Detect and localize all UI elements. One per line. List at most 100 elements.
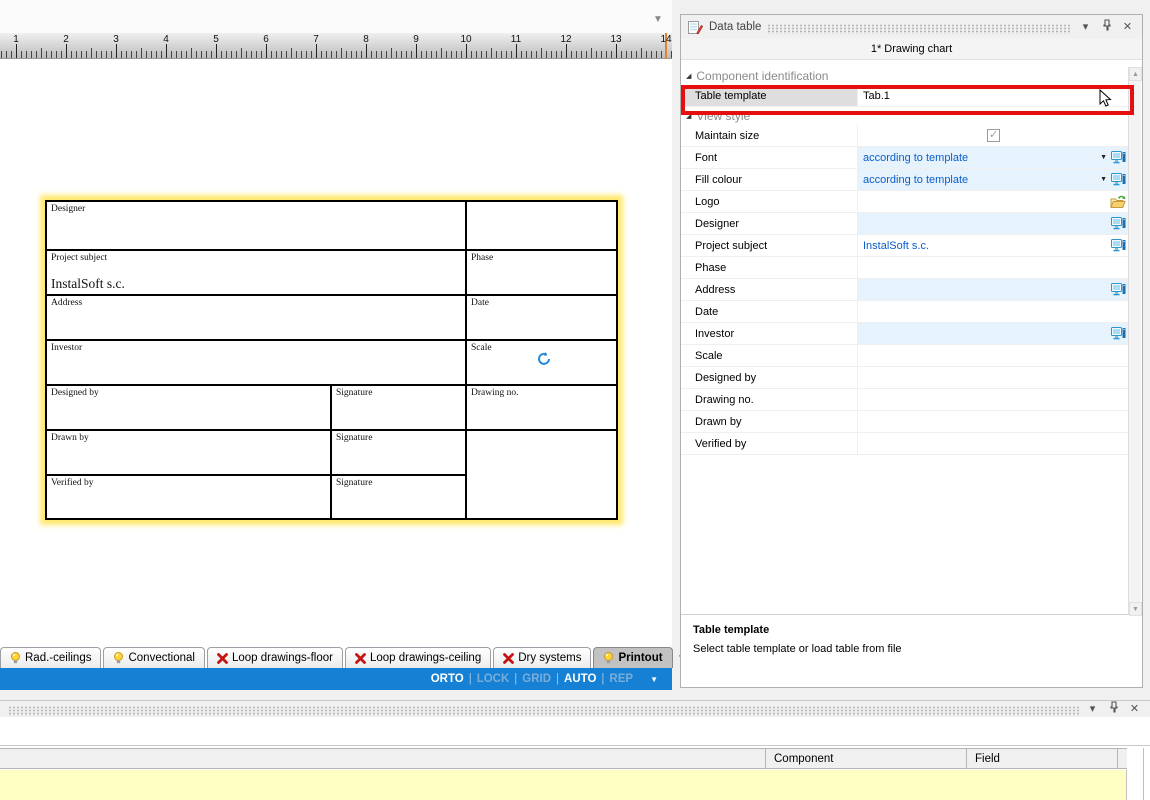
- property-value-phase[interactable]: [858, 257, 1129, 278]
- property-row-project-subject: Project subjectInstalSoft s.c.: [681, 235, 1129, 257]
- toolbar-collapse-arrow-icon[interactable]: ▼: [653, 14, 663, 25]
- panel-menu-arrow-icon[interactable]: ▾: [1085, 702, 1100, 717]
- title-block-cell-label: Signature: [336, 478, 372, 488]
- statusbar-mode-orto[interactable]: ORTO: [431, 673, 464, 685]
- pin-icon[interactable]: [1099, 19, 1114, 36]
- close-icon[interactable]: ✕: [1120, 20, 1135, 35]
- titlebar-texture[interactable]: [8, 706, 1079, 716]
- title-block-cell: [465, 202, 616, 249]
- tab-rad-ceilings[interactable]: Rad.-ceilings: [0, 647, 101, 668]
- header-cell-component[interactable]: Component: [765, 749, 966, 768]
- title-block-cell-label: Signature: [336, 388, 372, 398]
- monitor-icon[interactable]: [1111, 283, 1126, 296]
- property-value-project-subject[interactable]: InstalSoft s.c.: [858, 235, 1129, 256]
- status-bar: ORTO|LOCK|GRID|AUTO|REP ▼: [0, 668, 672, 690]
- property-label: Project subject: [681, 235, 858, 256]
- statusbar-separator: |: [469, 673, 472, 685]
- property-value-maintain-size[interactable]: [858, 125, 1129, 146]
- monitor-icon[interactable]: [1111, 217, 1126, 230]
- statusbar-mode-rep[interactable]: REP: [609, 673, 633, 685]
- title-block-cell: Date: [465, 294, 616, 339]
- tab-convectional[interactable]: Convectional: [103, 647, 204, 668]
- property-value-verified-by[interactable]: [858, 433, 1129, 454]
- titlebar-texture[interactable]: [767, 24, 1072, 34]
- property-value-font[interactable]: according to template▼: [858, 147, 1129, 168]
- tab-label: Printout: [618, 652, 662, 664]
- bottom-table-selected-row[interactable]: [0, 770, 1127, 800]
- red-x-icon[interactable]: [503, 653, 514, 664]
- property-label: Maintain size: [681, 125, 858, 146]
- panel-menu-arrow-icon[interactable]: ▾: [1078, 20, 1093, 35]
- property-row-phase: Phase: [681, 257, 1129, 279]
- title-block-cell: Project subjectInstalSoft s.c.: [47, 249, 465, 294]
- property-description: Table template Select table template or …: [681, 614, 1129, 687]
- property-value-investor[interactable]: [858, 323, 1129, 344]
- rotate-icon[interactable]: [536, 351, 552, 367]
- tab-printout[interactable]: Printout: [593, 647, 672, 668]
- value-icons: [1111, 279, 1126, 300]
- pin-icon[interactable]: [1106, 701, 1121, 718]
- checkbox-checked[interactable]: [987, 129, 1000, 142]
- title-block-cell: Phase: [465, 249, 616, 294]
- red-x-icon[interactable]: [355, 653, 366, 664]
- property-value-scale[interactable]: [858, 345, 1129, 366]
- category-component-identification[interactable]: ◢Component identification: [681, 67, 1129, 85]
- tab-dry-systems[interactable]: Dry systems: [493, 647, 591, 668]
- property-label: Verified by: [681, 433, 858, 454]
- status-dropdown-icon[interactable]: ▼: [650, 675, 658, 684]
- bulb-icon[interactable]: [603, 652, 614, 664]
- property-value-designed-by[interactable]: [858, 367, 1129, 388]
- property-value-address[interactable]: [858, 279, 1129, 300]
- monitor-icon[interactable]: [1111, 239, 1126, 252]
- monitor-icon[interactable]: [1111, 327, 1126, 340]
- property-label: Address: [681, 279, 858, 300]
- value-icons: ▼: [1100, 169, 1126, 190]
- title-block-cell-label: Investor: [51, 343, 82, 353]
- statusbar-separator: |: [514, 673, 517, 685]
- monitor-icon[interactable]: [1111, 173, 1126, 186]
- property-row-designer: Designer: [681, 213, 1129, 235]
- rotate-icon[interactable]: [536, 351, 552, 367]
- statusbar-mode-auto[interactable]: AUTO: [564, 673, 596, 685]
- scroll-down-icon[interactable]: ▼: [1129, 602, 1142, 616]
- header-cell-field[interactable]: Field: [966, 749, 1117, 768]
- property-value-designer[interactable]: [858, 213, 1129, 234]
- statusbar-mode-grid[interactable]: GRID: [522, 673, 551, 685]
- drawing-canvas[interactable]: Designer Project subjectInstalSoft s.c.Ph…: [0, 59, 672, 645]
- property-grid-scrollbar[interactable]: ▲ ▼: [1128, 67, 1141, 616]
- property-label: Logo: [681, 191, 858, 212]
- title-block[interactable]: Designer Project subjectInstalSoft s.c.Ph…: [45, 200, 618, 520]
- highlight-box: [681, 85, 1134, 115]
- bulb-icon[interactable]: [10, 652, 21, 664]
- chevron-down-icon[interactable]: ▼: [1100, 176, 1107, 183]
- ruler-number: 13: [610, 34, 621, 45]
- title-block-cell-label: Designer: [51, 204, 85, 214]
- tab-loop-drawings-floor[interactable]: Loop drawings-floor: [207, 647, 343, 668]
- title-block-cell: Signature: [330, 474, 465, 518]
- property-value-date[interactable]: [858, 301, 1129, 322]
- property-row-drawing-no: Drawing no.: [681, 389, 1129, 411]
- property-value-drawn-by[interactable]: [858, 411, 1129, 432]
- toolbar-strip: ▼: [0, 0, 672, 33]
- bottom-table-scroll-area[interactable]: [1127, 748, 1144, 800]
- tab-loop-drawings-ceiling[interactable]: Loop drawings-ceiling: [345, 647, 491, 668]
- title-block-cell-label: Address: [51, 298, 82, 308]
- property-value-logo[interactable]: [858, 191, 1129, 212]
- scroll-up-icon[interactable]: ▲: [1129, 67, 1142, 81]
- property-value-fill-colour[interactable]: according to template▼: [858, 169, 1129, 190]
- bulb-icon[interactable]: [113, 652, 124, 664]
- category-label: Component identification: [696, 69, 828, 83]
- ruler-number: 10: [460, 34, 471, 45]
- value-icons: [1111, 213, 1126, 234]
- title-block-cell-value: InstalSoft s.c.: [51, 276, 125, 292]
- statusbar-mode-lock[interactable]: LOCK: [477, 673, 510, 685]
- monitor-icon[interactable]: [1111, 151, 1126, 164]
- title-block-cell: Drawn by: [47, 429, 330, 474]
- property-value-drawing-no[interactable]: [858, 389, 1129, 410]
- red-x-icon[interactable]: [217, 653, 228, 664]
- chevron-down-icon[interactable]: ▼: [1100, 154, 1107, 161]
- statusbar-separator: |: [601, 673, 604, 685]
- folder-open-icon[interactable]: [1110, 195, 1126, 209]
- tab-label: Convectional: [128, 652, 194, 664]
- close-icon[interactable]: ✕: [1127, 702, 1142, 717]
